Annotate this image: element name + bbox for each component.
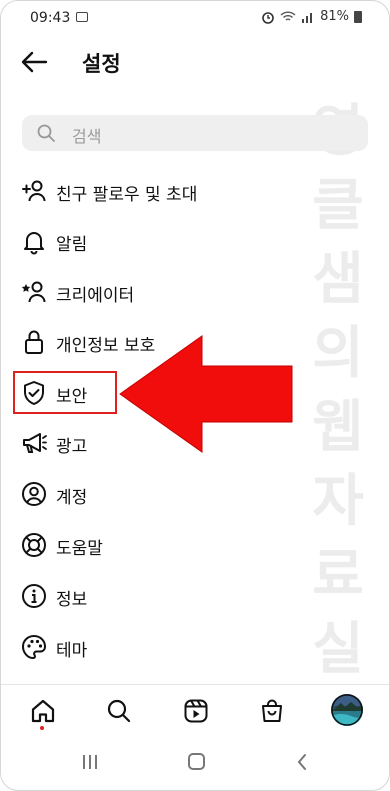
status-bar: 09:43 81% (0, 0, 390, 36)
menu-item-label: 친구 팔로우 및 초대 (56, 185, 198, 205)
shopping-bag-icon (262, 699, 282, 722)
home-square-icon (188, 753, 205, 770)
bell-icon (24, 232, 44, 255)
menu-item-notifications[interactable]: 알림 (16, 221, 316, 261)
back-button[interactable] (18, 48, 50, 76)
tabbar-divider (0, 684, 390, 685)
page-title: 설정 (82, 52, 121, 76)
status-right: 81% (261, 9, 362, 24)
security-highlight-box (13, 371, 117, 414)
menu-item-account[interactable]: 계정 (16, 474, 316, 514)
profile-photo-icon (331, 694, 363, 726)
menu-item-follow-invite[interactable]: 친구 팔로우 및 초대 (16, 171, 316, 211)
battery-percent: 81% (320, 9, 349, 24)
alarm-icon (262, 11, 274, 24)
menu-item-label: 계정 (56, 488, 88, 508)
home-icon (31, 699, 55, 723)
svg-text:영클샘의웹자료실: 영클샘의웹자료실 (312, 99, 364, 682)
menu-item-label: 정보 (56, 590, 88, 610)
tab-profile-avatar[interactable] (331, 694, 363, 726)
menu-item-ads[interactable]: 광고 (16, 423, 316, 463)
menu-item-about[interactable]: 정보 (16, 576, 316, 616)
lifebuoy-icon (22, 533, 46, 557)
menu-item-label: 도움말 (56, 539, 103, 559)
tab-reels[interactable] (175, 694, 215, 730)
system-home-button[interactable] (176, 747, 216, 777)
menu-item-label: 알림 (56, 235, 88, 255)
search-placeholder: 검색 (72, 127, 102, 146)
menu-item-theme[interactable]: 테마 (16, 627, 316, 667)
star-person-icon (21, 281, 46, 303)
reels-icon (184, 699, 208, 723)
back-arrow-icon (21, 51, 48, 73)
search-icon (37, 124, 55, 142)
tab-shop[interactable] (251, 694, 291, 730)
tab-home[interactable] (22, 694, 62, 730)
system-back-button[interactable] (282, 747, 322, 777)
chevron-left-icon (297, 754, 306, 770)
recent-apps-icon (83, 755, 97, 769)
tab-search[interactable] (98, 694, 138, 730)
menu-item-label: 광고 (56, 437, 88, 457)
image-notification-icon (76, 12, 88, 22)
search-input[interactable]: 검색 (22, 115, 368, 151)
menu-item-creator[interactable]: 크리에이터 (16, 272, 316, 312)
person-circle-icon (22, 482, 46, 506)
menu-item-label: 크리에이터 (56, 286, 135, 306)
battery-icon (354, 10, 362, 23)
status-time: 09:43 (30, 10, 71, 26)
system-recent-apps-button[interactable] (70, 747, 110, 777)
signal-icon (302, 12, 313, 23)
add-person-icon (22, 180, 46, 202)
megaphone-icon (23, 433, 47, 453)
palette-icon (21, 634, 47, 660)
menu-item-help[interactable]: 도움말 (16, 525, 316, 565)
lock-icon (25, 330, 43, 354)
active-tab-dot (40, 726, 44, 730)
wifi-icon (280, 10, 296, 21)
menu-item-label: 테마 (56, 641, 88, 661)
search-icon (107, 699, 131, 723)
info-icon (22, 584, 46, 608)
header: 설정 (0, 36, 390, 92)
